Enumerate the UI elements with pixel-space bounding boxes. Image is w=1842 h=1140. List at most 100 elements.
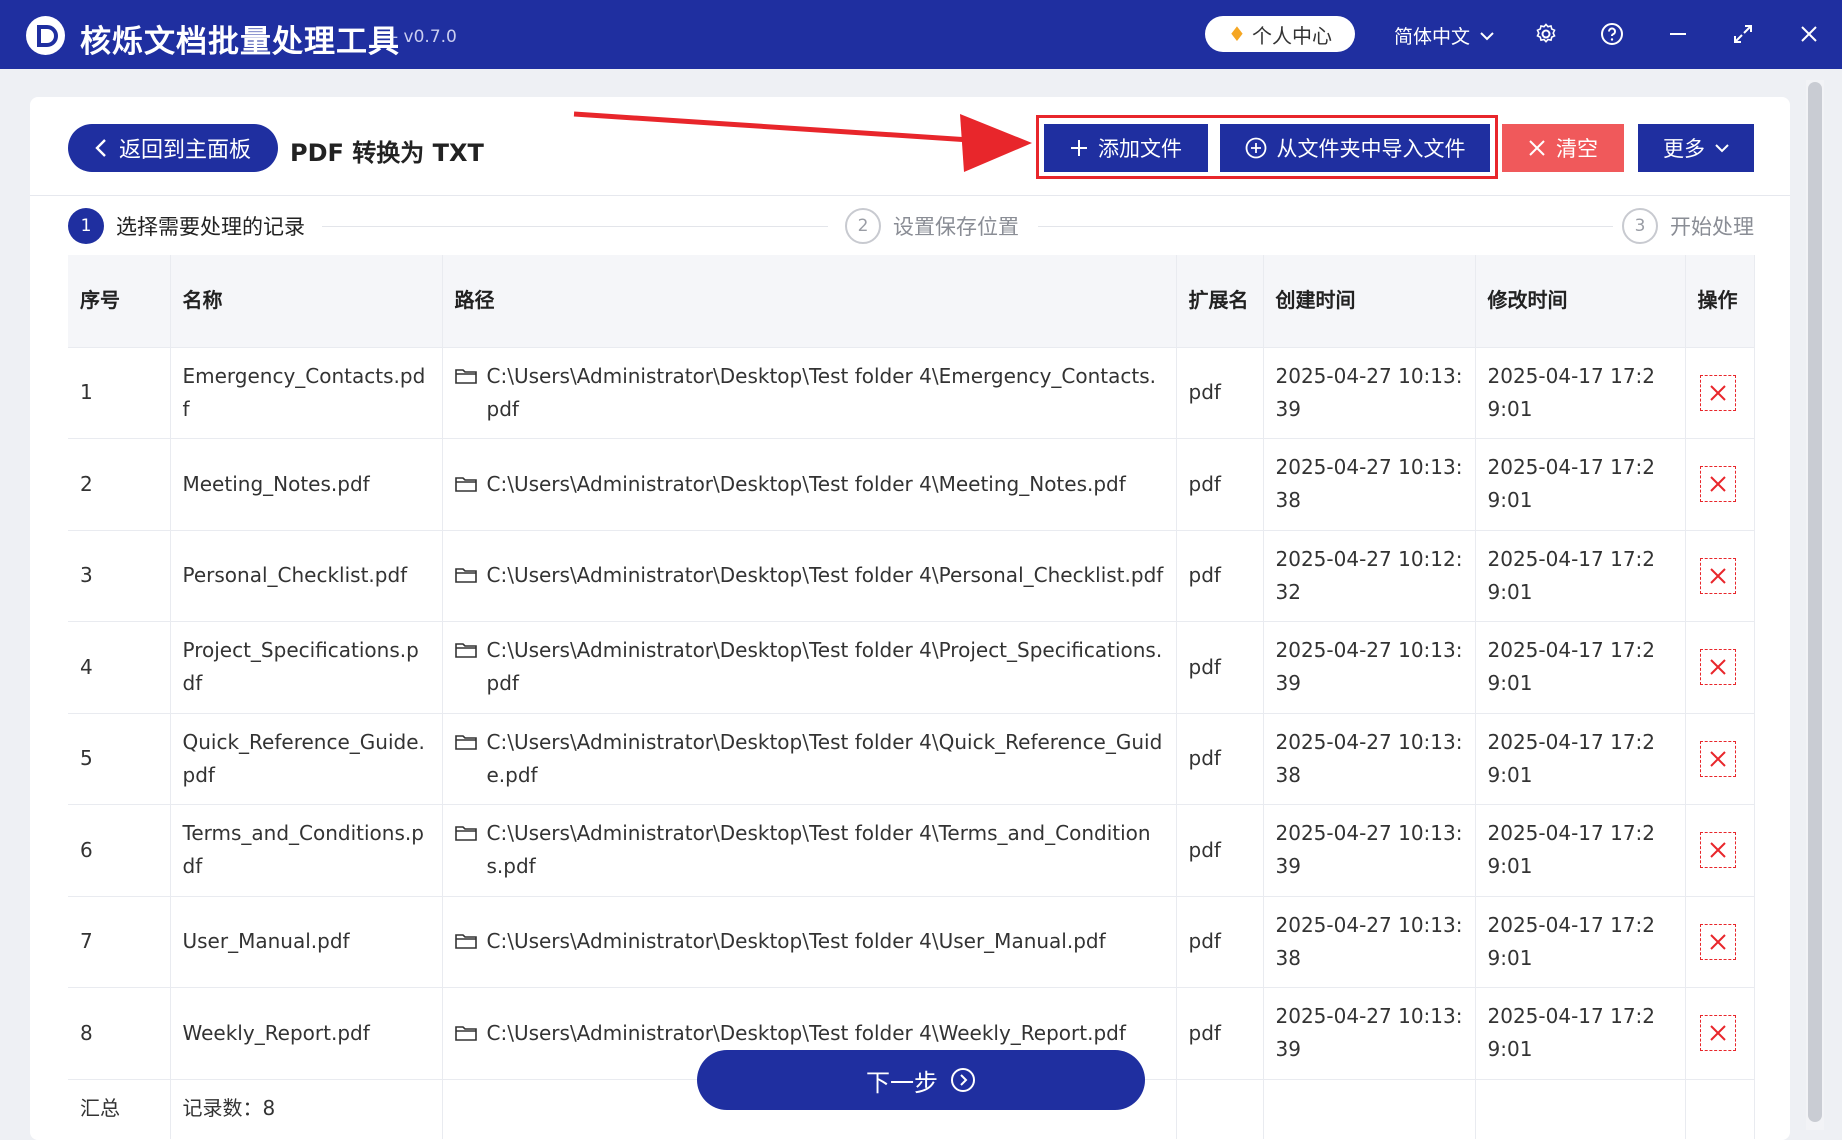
col-header-action: 操作 bbox=[1685, 255, 1755, 347]
delete-row-icon[interactable] bbox=[1699, 649, 1736, 686]
folder-icon bbox=[454, 934, 477, 950]
table-row[interactable]: 5 Quick_Reference_Guide.pdf C:\Users\Admin… bbox=[68, 712, 1755, 805]
cell-name: Terms_and_Conditions.pdf bbox=[170, 804, 443, 896]
help-icon[interactable] bbox=[1598, 20, 1626, 48]
col-header-name[interactable]: 名称 bbox=[170, 255, 443, 347]
folder-icon bbox=[454, 734, 477, 750]
step-2-label: 设置保存位置 bbox=[893, 215, 1019, 239]
cell-index: 3 bbox=[68, 529, 171, 622]
summary-empty bbox=[1685, 1078, 1755, 1139]
import-from-folder-label: 从文件夹中导入文件 bbox=[1276, 137, 1466, 161]
path-text: C:\Users\Administrator\Desktop\Test fold… bbox=[486, 563, 1164, 588]
col-header-ext[interactable]: 扩展名 bbox=[1176, 255, 1264, 347]
summary-empty bbox=[1176, 1078, 1264, 1139]
delete-row-icon[interactable] bbox=[1699, 1015, 1736, 1052]
path-text: C:\Users\Administrator\Desktop\Test fold… bbox=[486, 729, 1163, 787]
language-select[interactable]: 简体中文 bbox=[1394, 22, 1494, 49]
col-header-path[interactable]: 路径 bbox=[442, 255, 1177, 347]
delete-row-icon[interactable] bbox=[1699, 557, 1736, 594]
chevron-down-icon bbox=[1480, 31, 1494, 40]
delete-row-icon[interactable] bbox=[1699, 832, 1736, 869]
cell-index: 2 bbox=[68, 438, 171, 530]
cell-created: 2025-04-27 10:13:39 bbox=[1263, 621, 1476, 713]
cell-modified: 2025-04-17 17:29:01 bbox=[1475, 804, 1686, 896]
cell-created: 2025-04-27 10:13:38 bbox=[1263, 895, 1476, 988]
delete-row-icon[interactable] bbox=[1699, 923, 1736, 960]
folder-icon bbox=[454, 568, 477, 584]
cell-created: 2025-04-27 10:12:32 bbox=[1263, 529, 1476, 622]
cell-created: 2025-04-27 10:13:38 bbox=[1263, 438, 1476, 530]
add-file-button[interactable]: 添加文件 bbox=[1044, 124, 1208, 172]
personal-center-button[interactable]: ♦ 个人中心 bbox=[1205, 16, 1355, 52]
back-label: 返回到主面板 bbox=[118, 138, 251, 163]
col-header-index[interactable]: 序号 bbox=[68, 255, 171, 347]
cell-path: C:\Users\Administrator\Desktop\Test fold… bbox=[442, 438, 1177, 530]
plus-circle-icon bbox=[1245, 137, 1266, 159]
cell-name: Quick_Reference_Guide.pdf bbox=[170, 712, 443, 805]
cell-ext: pdf bbox=[1176, 804, 1264, 896]
step-3-label: 开始处理 bbox=[1670, 215, 1754, 239]
cell-index: 1 bbox=[68, 346, 171, 439]
cell-path: C:\Users\Administrator\Desktop\Test fold… bbox=[442, 804, 1177, 896]
summary-empty bbox=[1263, 1078, 1476, 1139]
cell-ext: pdf bbox=[1176, 895, 1264, 988]
cell-name: Emergency_Contacts.pdf bbox=[170, 346, 443, 439]
app-version: - v0.7.0 bbox=[392, 27, 457, 47]
cell-action bbox=[1685, 895, 1755, 988]
diamond-icon: ♦ bbox=[1228, 22, 1246, 46]
next-step-button[interactable]: 下一步 bbox=[697, 1050, 1145, 1110]
cell-name: Project_Specifications.pdf bbox=[170, 621, 443, 713]
table-row[interactable]: 1 Emergency_Contacts.pdf C:\Users\Administ… bbox=[68, 346, 1755, 439]
delete-row-icon[interactable] bbox=[1699, 466, 1736, 503]
path-text: C:\Users\Administrator\Desktop\Test fold… bbox=[486, 363, 1157, 421]
cell-index: 6 bbox=[68, 804, 171, 896]
summary-empty bbox=[1475, 1078, 1686, 1139]
cell-modified: 2025-04-17 17:29:01 bbox=[1475, 987, 1686, 1079]
delete-row-icon[interactable] bbox=[1699, 740, 1736, 777]
page-title: PDF 转换为 TXT bbox=[290, 139, 484, 167]
path-text: C:\Users\Administrator\Desktop\Test fold… bbox=[486, 1020, 1126, 1045]
language-label: 简体中文 bbox=[1394, 26, 1471, 48]
cell-action bbox=[1685, 346, 1755, 439]
step-1: 1 选择需要处理的记录 bbox=[68, 208, 305, 244]
more-button[interactable]: 更多 bbox=[1638, 124, 1754, 172]
cell-modified: 2025-04-17 17:29:01 bbox=[1475, 438, 1686, 530]
cell-created: 2025-04-27 10:13:39 bbox=[1263, 346, 1476, 439]
clear-button[interactable]: 清空 bbox=[1502, 124, 1624, 172]
close-x-icon bbox=[1529, 140, 1545, 156]
maximize-icon[interactable] bbox=[1729, 20, 1757, 48]
import-from-folder-button[interactable]: 从文件夹中导入文件 bbox=[1220, 124, 1490, 172]
folder-icon bbox=[454, 826, 477, 842]
cell-action bbox=[1685, 621, 1755, 713]
folder-icon bbox=[454, 476, 477, 492]
cell-name: Meeting_Notes.pdf bbox=[170, 438, 443, 530]
folder-icon bbox=[454, 1025, 477, 1041]
cell-action bbox=[1685, 438, 1755, 530]
table-row[interactable]: 6 Terms_and_Conditions.pdf C:\Users\Admini… bbox=[68, 804, 1755, 896]
cell-action bbox=[1685, 804, 1755, 896]
step-1-number: 1 bbox=[68, 208, 104, 244]
cell-path: C:\Users\Administrator\Desktop\Test fold… bbox=[442, 895, 1177, 988]
col-header-created[interactable]: 创建时间 bbox=[1263, 255, 1476, 347]
scrollbar-thumb[interactable] bbox=[1808, 82, 1822, 1122]
back-to-main-button[interactable]: 返回到主面板 bbox=[68, 124, 278, 172]
table-row[interactable]: 3 Personal_Checklist.pdf C:\Users\Administ… bbox=[68, 529, 1755, 622]
cell-index: 8 bbox=[68, 987, 171, 1079]
table-row[interactable]: 4 Project_Specifications.pdf C:\Users\Admi… bbox=[68, 621, 1755, 713]
close-icon[interactable] bbox=[1795, 20, 1823, 48]
app-title: 核烁文档批量处理工具 bbox=[80, 24, 400, 60]
summary-label: 汇总 bbox=[68, 1078, 171, 1139]
cell-name: User_Manual.pdf bbox=[170, 895, 443, 988]
folder-icon bbox=[454, 643, 477, 659]
path-text: C:\Users\Administrator\Desktop\Test fold… bbox=[486, 821, 1151, 879]
delete-row-icon[interactable] bbox=[1699, 374, 1736, 411]
cell-ext: pdf bbox=[1176, 987, 1264, 1079]
chevron-down-icon bbox=[1715, 144, 1729, 153]
col-header-modified[interactable]: 修改时间 bbox=[1475, 255, 1686, 347]
step-1-label: 选择需要处理的记录 bbox=[116, 215, 305, 239]
table-row[interactable]: 7 User_Manual.pdf C:\Users\Administrator\D… bbox=[68, 895, 1755, 988]
settings-gear-icon[interactable] bbox=[1532, 20, 1560, 48]
cell-name: Weekly_Report.pdf bbox=[170, 987, 443, 1079]
minimize-icon[interactable] bbox=[1664, 20, 1692, 48]
table-row[interactable]: 2 Meeting_Notes.pdf C:\Users\Administrator… bbox=[68, 438, 1755, 530]
